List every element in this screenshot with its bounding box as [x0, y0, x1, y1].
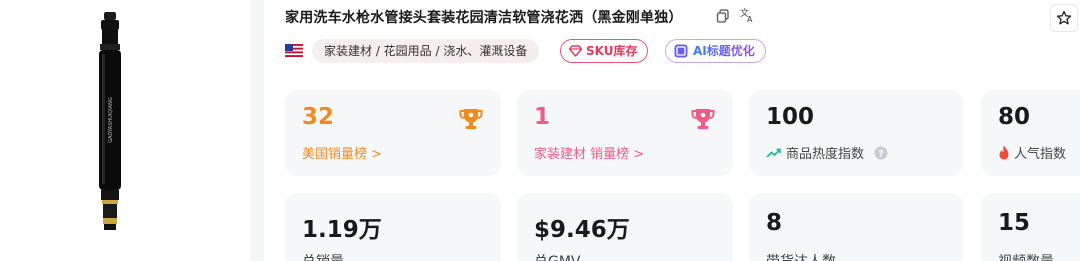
total-sales-label: 总销量	[302, 251, 344, 261]
us-sales-rank-card[interactable]: 32 美国销量榜 >	[285, 90, 501, 176]
translate-icon[interactable]: 文 A	[740, 7, 756, 23]
ai-title-optimize-button[interactable]: AI标题优化	[665, 39, 766, 63]
popularity-index-card: 80 人气指数	[981, 90, 1080, 176]
popularity-index-label-row: 人气指数	[998, 143, 1066, 162]
us-flag-icon	[285, 44, 303, 57]
us-sales-rank-value: 32	[302, 104, 335, 130]
fire-icon	[999, 145, 1009, 160]
total-sales-value: 1.19万	[302, 217, 382, 243]
creator-count-value: 8	[766, 210, 783, 236]
category-sales-rank-card[interactable]: 1 家装建材 销量榜 >	[517, 90, 733, 176]
sku-inventory-label: SKU库存	[586, 44, 638, 58]
heat-index-label: 商品热度指数	[786, 147, 865, 162]
heat-index-label-row: 商品热度指数 ?	[766, 143, 888, 162]
category-sales-rank-value: 1	[534, 104, 551, 130]
product-brand-text: GAOYASHUIQIANG	[108, 97, 114, 143]
creator-count-card: 8 带货达人数	[749, 193, 963, 261]
ai-icon	[674, 44, 688, 58]
diamond-icon	[569, 45, 582, 57]
video-count-label: 视频数量	[998, 251, 1054, 261]
creator-count-label: 带货达人数	[766, 251, 836, 261]
trend-up-icon	[766, 148, 781, 158]
us-sales-rank-link[interactable]: 美国销量榜 >	[302, 143, 382, 162]
favorite-button[interactable]	[1050, 4, 1078, 32]
popularity-index-value: 80	[998, 104, 1031, 130]
category-sales-rank-link[interactable]: 家装建材 销量榜 >	[534, 143, 644, 162]
svg-text:?: ?	[878, 149, 883, 159]
category-breadcrumb[interactable]: 家装建材 / 花园用品 / 浇水、灌溉设备	[312, 39, 540, 63]
help-icon[interactable]: ?	[874, 146, 888, 160]
video-count-card: 15 视频数量	[981, 193, 1080, 261]
trophy-icon	[691, 109, 715, 129]
total-sales-card: 1.19万 总销量	[285, 193, 501, 261]
total-gmv-card: $9.46万 总GMV	[517, 193, 733, 261]
product-image-panel: GAOYASHUIQIANG	[0, 0, 250, 261]
panel-divider	[250, 0, 264, 261]
heat-index-value: 100	[766, 104, 815, 130]
total-gmv-label: 总GMV	[534, 251, 581, 261]
sku-inventory-button[interactable]: SKU库存	[560, 39, 649, 63]
heat-index-card: 100 商品热度指数 ?	[749, 90, 963, 176]
star-icon	[1056, 10, 1072, 25]
ai-title-optimize-label: AI标题优化	[693, 40, 755, 62]
copy-icon[interactable]	[715, 8, 731, 24]
trophy-icon	[459, 109, 483, 129]
product-image[interactable]: GAOYASHUIQIANG	[90, 12, 130, 232]
svg-text:A: A	[747, 15, 753, 23]
popularity-index-label: 人气指数	[1014, 147, 1067, 162]
product-title: 家用洗车水枪水管接头套装花园清洁软管浇花洒（黑金刚单独）	[285, 10, 683, 26]
total-gmv-value: $9.46万	[534, 217, 630, 243]
video-count-value: 15	[998, 210, 1031, 236]
